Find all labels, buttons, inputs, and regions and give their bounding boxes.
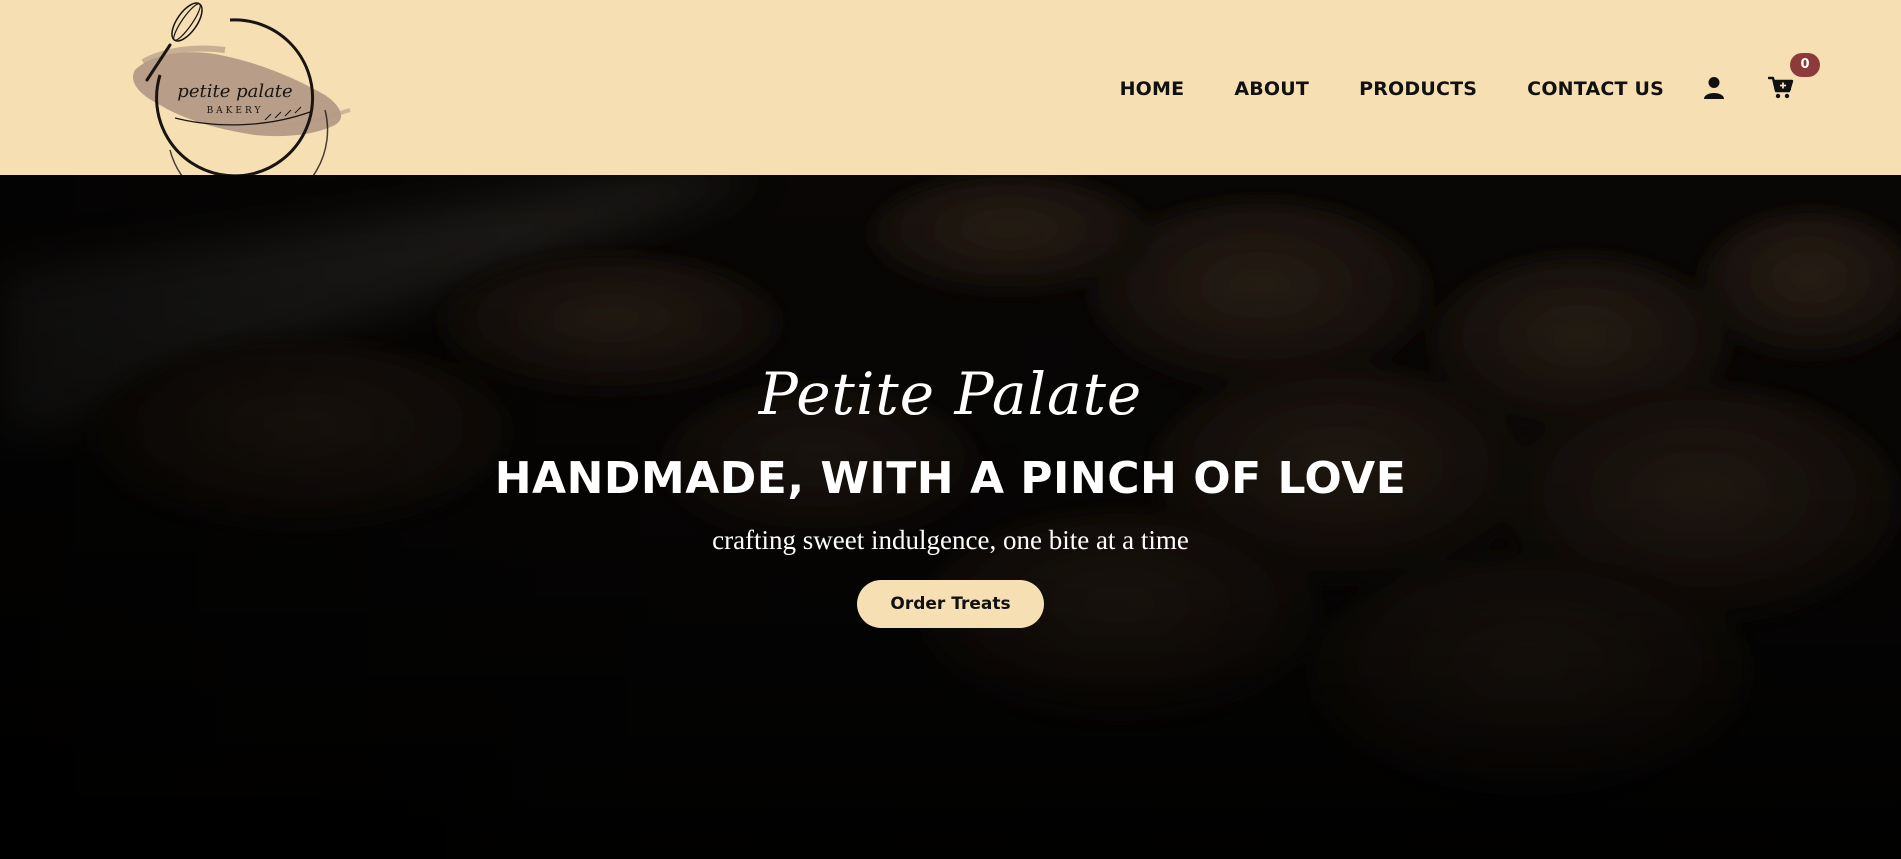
nav-contact-us[interactable]: CONTACT US	[1527, 78, 1664, 100]
cart-icon	[1768, 76, 1794, 98]
main-nav: HOME ABOUT PRODUCTS CONTACT US 0	[1120, 0, 1901, 175]
nav-about[interactable]: ABOUT	[1234, 78, 1309, 100]
hero-tagline: crafting sweet indulgence, one bite at a…	[712, 525, 1189, 555]
order-treats-button[interactable]: Order Treats	[857, 580, 1044, 628]
account-button[interactable]	[1700, 74, 1728, 102]
hero-content: Petite Palate HANDMADE, WITH A PINCH OF …	[0, 175, 1901, 859]
page: petite palate BAKERY HOME ABOUT PRODUCTS…	[0, 0, 1901, 859]
user-icon	[1704, 76, 1724, 99]
logo-brand-text: petite palate	[177, 81, 292, 102]
hero-section: Petite Palate HANDMADE, WITH A PINCH OF …	[0, 175, 1901, 859]
logo-graphic: petite palate BAKERY	[132, 2, 351, 175]
logo-sub-text: BAKERY	[207, 106, 264, 116]
hero-headline: HANDMADE, WITH A PINCH OF LOVE	[494, 453, 1407, 504]
hero-brand-name: Petite Palate	[758, 360, 1143, 428]
nav-home[interactable]: HOME	[1120, 78, 1185, 100]
site-header: petite palate BAKERY HOME ABOUT PRODUCTS…	[0, 0, 1901, 175]
logo[interactable]: petite palate BAKERY	[125, 0, 355, 175]
cart-count-badge: 0	[1790, 52, 1820, 77]
nav-products[interactable]: PRODUCTS	[1359, 78, 1477, 100]
cart-button[interactable]: 0	[1766, 52, 1820, 103]
